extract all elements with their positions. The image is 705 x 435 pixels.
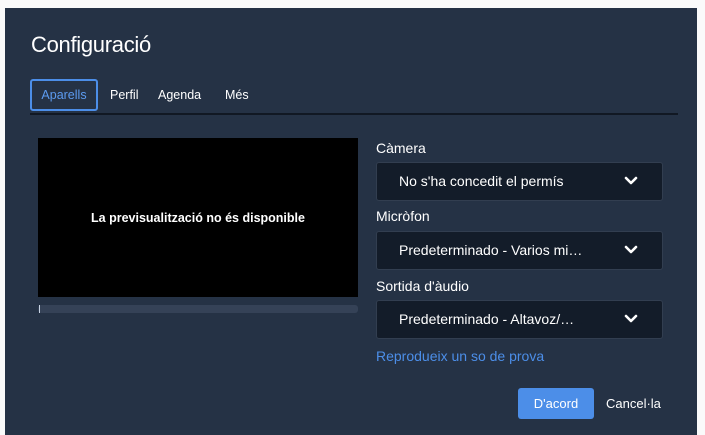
ok-button[interactable]: D'acord [518, 388, 594, 419]
camera-label: Càmera [376, 140, 426, 156]
microphone-select-value: Predeterminado - Varios mi… [399, 242, 583, 258]
audio-level-indicator [39, 305, 40, 313]
settings-dialog: Configuració Aparells Perfil Agenda Més … [5, 8, 697, 435]
camera-select[interactable]: No s'ha concedit el permís [376, 162, 663, 201]
play-test-sound-link[interactable]: Reprodueix un so de prova [376, 348, 544, 364]
cancel-button[interactable]: Cancel·la [606, 388, 661, 419]
tab-bar: Aparells Perfil Agenda Més [30, 79, 678, 115]
microphone-label: Micròfon [376, 208, 430, 224]
chevron-down-icon [624, 176, 638, 185]
tab-devices[interactable]: Aparells [30, 79, 98, 111]
camera-select-value: No s'ha concedit el permís [399, 173, 564, 189]
microphone-select[interactable]: Predeterminado - Varios mi… [376, 231, 663, 270]
dialog-title: Configuració [31, 32, 151, 57]
audio-output-label: Sortida d'àudio [376, 278, 469, 294]
camera-preview: La previsualització no és disponible [38, 138, 358, 297]
chevron-down-icon [624, 245, 638, 254]
audio-output-select[interactable]: Predeterminado - Altavoz/… [376, 300, 663, 339]
tab-calendar[interactable]: Agenda [158, 79, 201, 111]
preview-unavailable-message: La previsualització no és disponible [91, 210, 305, 225]
chevron-down-icon [624, 314, 638, 323]
audio-output-select-value: Predeterminado - Altavoz/… [399, 311, 575, 327]
tab-more[interactable]: Més [225, 79, 249, 111]
audio-level-meter [38, 305, 358, 313]
tab-profile[interactable]: Perfil [110, 79, 138, 111]
